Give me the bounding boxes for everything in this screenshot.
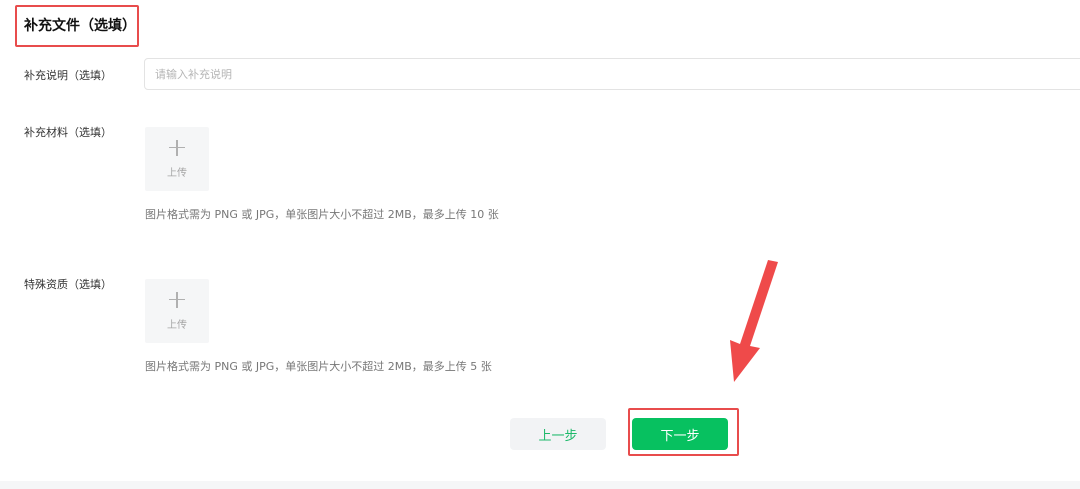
qualification-upload-text: 上传 (167, 319, 187, 331)
annotation-arrow-icon (730, 260, 778, 382)
qualification-hint: 图片格式需为 PNG 或 JPG，单张图片大小不超过 2MB，最多上传 5 张 (145, 360, 492, 373)
description-input[interactable] (144, 58, 1080, 90)
qualification-upload-button[interactable]: 上传 (145, 279, 209, 343)
supplementary-files-page: 补充文件（选填） 补充说明（选填） 补充材料（选填） 上传 图片格式需为 PNG… (0, 0, 1080, 489)
plus-icon (169, 139, 185, 156)
materials-label: 补充材料（选填） (24, 126, 112, 139)
prev-step-button[interactable]: 上一步 (510, 418, 606, 450)
plus-icon (169, 291, 185, 308)
qualification-label: 特殊资质（选填） (24, 278, 112, 291)
section-title: 补充文件（选填） (24, 18, 136, 34)
materials-upload-button[interactable]: 上传 (145, 127, 209, 191)
description-label: 补充说明（选填） (24, 69, 112, 82)
bottom-divider (0, 481, 1080, 489)
materials-hint: 图片格式需为 PNG 或 JPG，单张图片大小不超过 2MB，最多上传 10 张 (145, 208, 499, 221)
next-step-button[interactable]: 下一步 (632, 418, 728, 450)
materials-upload-text: 上传 (167, 167, 187, 179)
